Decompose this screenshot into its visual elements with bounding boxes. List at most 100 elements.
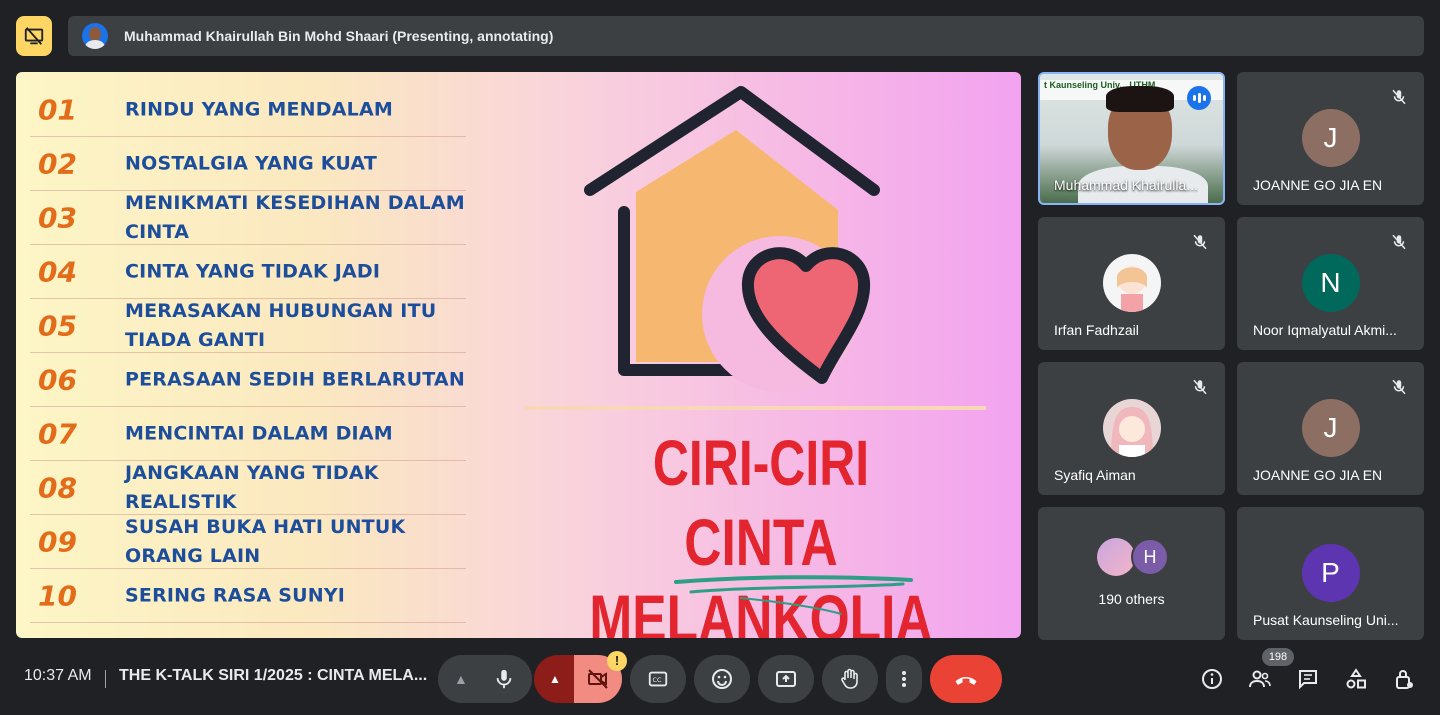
list-item: 09 SUSAH BUKA HATI UNTUK ORANG LAIN xyxy=(30,515,466,569)
separator xyxy=(105,670,106,688)
camera-off-icon xyxy=(588,669,608,689)
screen-share-off-icon xyxy=(24,27,44,45)
list-item: 07 MENCINTAI DALAM DIAM xyxy=(30,407,466,461)
slide-title-line1: CIRI-CIRI xyxy=(652,427,870,499)
list-item: 06 PERASAAN SEDIH BERLARUTAN xyxy=(30,353,466,407)
mic-off-icon xyxy=(1392,234,1406,250)
chevron-up-icon[interactable]: ▲ xyxy=(549,672,561,686)
chevron-up-icon[interactable]: ▲ xyxy=(454,671,468,687)
participant-name: Muhammad Khairulla... xyxy=(1054,177,1198,193)
activities-button[interactable] xyxy=(1344,667,1368,691)
participant-tile[interactable]: P Pusat Kaunseling Uni... xyxy=(1237,507,1424,640)
item-number: 03 xyxy=(38,201,77,234)
clock: 10:37 AM xyxy=(24,667,92,684)
underline-swash xyxy=(674,575,913,615)
avatar xyxy=(1102,399,1161,457)
avatar: H xyxy=(1131,538,1169,576)
participant-name: JOANNE GO JIA EN xyxy=(1253,177,1383,193)
microphone-icon xyxy=(496,669,512,689)
shapes-icon xyxy=(1346,668,1366,689)
bottom-toolbar: 10:37 AM THE K-TALK SIRI 1/2025 : CINTA … xyxy=(0,648,1440,708)
presenter-avatar xyxy=(82,23,108,49)
item-text: MENCINTAI DALAM DIAM xyxy=(125,422,393,444)
item-number: 06 xyxy=(38,363,77,396)
emoji-icon xyxy=(712,669,732,689)
house-heart-illustration xyxy=(584,86,880,392)
presenter-banner: Muhammad Khairullah Bin Mohd Shaari (Pre… xyxy=(68,16,1424,56)
item-text: MENIKMATI KESEDIHAN DALAM CINTA xyxy=(125,191,465,243)
present-screen-icon xyxy=(776,671,796,687)
list-item: 08 JANGKAAN YANG TIDAK REALISTIK xyxy=(30,461,466,515)
list-item: 03 MENIKMATI KESEDIHAN DALAM CINTA xyxy=(30,191,466,245)
host-controls-button[interactable] xyxy=(1392,667,1416,691)
mic-off-icon xyxy=(1392,89,1406,105)
reactions-button[interactable] xyxy=(694,655,750,703)
people-icon xyxy=(1249,670,1271,688)
participant-tile[interactable]: Syafiq Aiman xyxy=(1038,362,1225,495)
info-icon xyxy=(1202,669,1222,689)
participant-name: Pusat Kaunseling Uni... xyxy=(1253,612,1399,628)
svg-text:CC: CC xyxy=(653,676,662,684)
participant-name: Noor Iqmalyatul Akmi... xyxy=(1253,322,1397,338)
item-text: NOSTALGIA YANG KUAT xyxy=(125,152,377,174)
item-number: 05 xyxy=(38,309,77,342)
item-number: 08 xyxy=(38,471,77,504)
item-text: JANGKAAN YANG TIDAK REALISTIK xyxy=(125,461,379,513)
list-item: 02 NOSTALGIA YANG KUAT xyxy=(30,137,466,191)
participant-tile[interactable]: J JOANNE GO JIA EN xyxy=(1237,362,1424,495)
slide-title-line2: CINTA MELANKOLIA xyxy=(589,505,933,638)
speaking-indicator-icon xyxy=(1187,86,1211,110)
avatar: J xyxy=(1301,109,1360,167)
participant-name: Syafiq Aiman xyxy=(1054,467,1136,483)
avatar: P xyxy=(1301,544,1360,602)
warning-badge: ! xyxy=(607,651,627,671)
list-item: 05 MERASAKAN HUBUNGAN ITU TIADA GANTI xyxy=(30,299,466,353)
participant-tile[interactable]: N Noor Iqmalyatul Akmi... xyxy=(1237,217,1424,350)
avatar: J xyxy=(1301,399,1360,457)
hand-icon xyxy=(841,668,858,689)
microphone-button[interactable] xyxy=(476,655,532,703)
item-text: SERING RASA SUNYI xyxy=(125,584,346,606)
top-bar: Muhammad Khairullah Bin Mohd Shaari (Pre… xyxy=(16,16,1424,56)
participant-tile[interactable]: Irfan Fadhzail xyxy=(1038,217,1225,350)
captions-button[interactable]: CC xyxy=(630,655,686,703)
more-options-button[interactable] xyxy=(886,655,922,703)
participant-name: JOANNE GO JIA EN xyxy=(1253,467,1383,483)
mic-off-icon xyxy=(1193,379,1207,395)
leave-call-button[interactable] xyxy=(930,655,1002,703)
item-text: RINDU YANG MENDALAM xyxy=(125,98,393,120)
item-number: 01 xyxy=(38,93,77,126)
item-text: PERASAAN SEDIH BERLARUTAN xyxy=(125,368,465,390)
list-item: 04 CINTA YANG TIDAK JADI xyxy=(30,245,466,299)
slide-divider xyxy=(524,406,986,410)
lock-person-icon xyxy=(1396,670,1413,689)
item-number: 02 xyxy=(38,147,77,180)
chat-button[interactable] xyxy=(1296,667,1320,691)
raise-hand-button[interactable] xyxy=(822,655,878,703)
item-text: CINTA YANG TIDAK JADI xyxy=(125,260,381,282)
people-button[interactable] xyxy=(1248,667,1272,691)
presentation-slide: 01 RINDU YANG MENDALAM 02 NOSTALGIA YANG… xyxy=(16,72,1021,638)
item-text: MERASAKAN HUBUNGAN ITU TIADA GANTI xyxy=(125,299,437,351)
participant-tile-active[interactable]: t Kaunseling Univ... UTHM Muhammad Khair… xyxy=(1038,72,1225,205)
avatar xyxy=(1102,254,1161,312)
item-text: SUSAH BUKA HATI UNTUK ORANG LAIN xyxy=(125,515,406,567)
item-number: 09 xyxy=(38,525,77,558)
presenter-name: Muhammad Khairullah Bin Mohd Shaari (Pre… xyxy=(124,28,554,44)
closed-captions-icon: CC xyxy=(648,671,668,687)
meeting-details-button[interactable] xyxy=(1200,667,1224,691)
item-number: 04 xyxy=(38,255,77,288)
item-number: 07 xyxy=(38,417,77,450)
stop-presenting-button[interactable] xyxy=(16,16,52,56)
people-count-badge: 198 xyxy=(1262,648,1294,666)
list-item: 01 RINDU YANG MENDALAM xyxy=(30,83,466,137)
others-count: 190 others xyxy=(1098,591,1165,607)
participant-tile[interactable]: J JOANNE GO JIA EN xyxy=(1237,72,1424,205)
mic-off-icon xyxy=(1392,379,1406,395)
present-button[interactable] xyxy=(758,655,814,703)
avatar xyxy=(1097,538,1135,576)
meeting-title: THE K-TALK SIRI 1/2025 : CINTA MELA... xyxy=(119,667,428,684)
others-tile[interactable]: H 190 others xyxy=(1038,507,1225,640)
participant-name: Irfan Fadhzail xyxy=(1054,322,1139,338)
item-number: 10 xyxy=(38,579,77,612)
